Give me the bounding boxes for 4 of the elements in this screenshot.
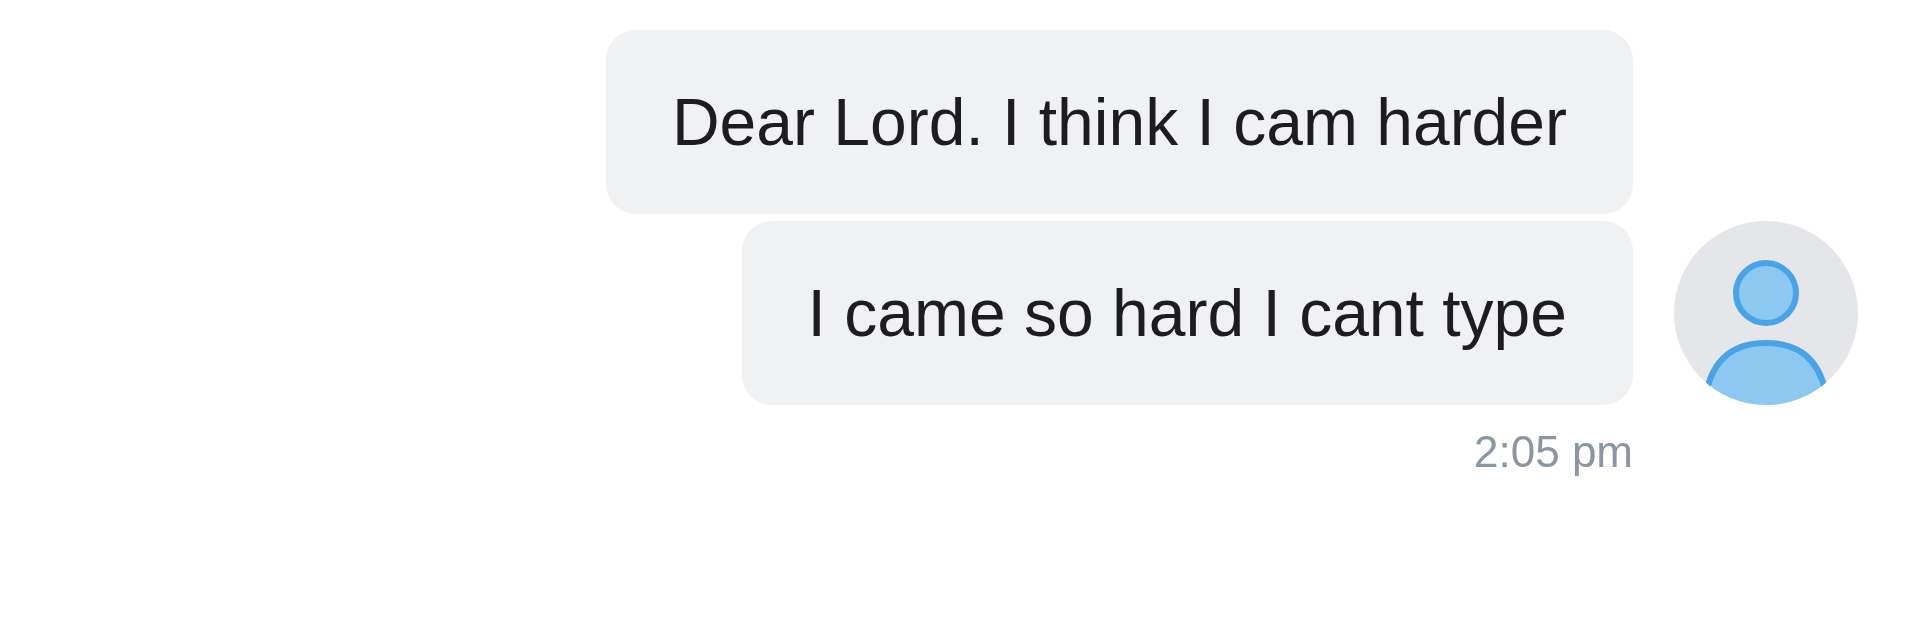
message-bubble: Dear Lord. I think I cam harder [605,30,1633,214]
message-time: 2:05 pm [1474,427,1633,477]
avatar-icon [1674,221,1858,405]
message-bubble: I came so hard I cant type [741,221,1633,405]
